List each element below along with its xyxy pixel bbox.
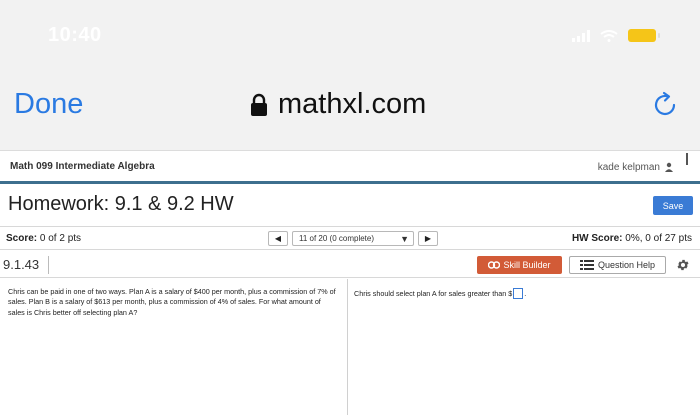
answer-prefix: Chris should select plan A for sales gre…	[354, 289, 513, 298]
scrollbar-mark	[686, 153, 688, 165]
answer-input[interactable]	[513, 288, 524, 299]
user-name[interactable]: kade kelpman	[598, 162, 660, 173]
course-title: Math 099 Intermediate Algebra	[10, 161, 155, 172]
user-icon[interactable]	[664, 162, 674, 172]
problem-text: Chris can be paid in one of two ways. Pl…	[8, 287, 336, 317]
previous-question-button[interactable]: ◀	[268, 231, 288, 246]
score-label: Score:	[6, 233, 38, 244]
question-help-button[interactable]: Question Help	[569, 256, 666, 274]
answer-suffix: .	[524, 289, 527, 298]
problem-pane: Chris can be paid in one of two ways. Pl…	[0, 279, 348, 415]
dropdown-caret-icon: ▼	[400, 233, 409, 244]
done-button[interactable]: Done	[14, 88, 83, 121]
question-selector-label: 11 of 20 (0 complete)	[299, 234, 375, 243]
url-text: mathxl.com	[278, 88, 427, 120]
right-arrow-icon: ▶	[424, 234, 432, 243]
answer-pane: Chris should select plan A for sales gre…	[352, 279, 700, 415]
reload-icon[interactable]	[650, 90, 680, 120]
divider	[48, 256, 49, 274]
answer-line: Chris should select plan A for sales gre…	[354, 288, 698, 299]
signal-icon	[572, 29, 590, 42]
next-question-button[interactable]: ▶	[418, 231, 438, 246]
score-row: Score: 0 of 2 pts ◀ 11 of 20 (0 complete…	[0, 226, 700, 250]
homework-title: Homework: 9.1 & 9.2 HW	[8, 193, 234, 215]
question-number: 9.1.43	[3, 257, 40, 272]
address-bar[interactable]: mathxl.com	[250, 88, 426, 121]
question-content: Chris can be paid in one of two ways. Pl…	[0, 279, 700, 415]
wifi-icon	[600, 29, 618, 42]
skill-builder-button[interactable]: Skill Builder	[477, 256, 562, 274]
hw-score-value: 0%, 0 of 27 pts	[625, 233, 692, 244]
score-value: 0 of 2 pts	[39, 233, 82, 244]
score-display: Score: 0 of 2 pts	[6, 233, 81, 244]
status-icons	[572, 29, 660, 42]
gear-icon[interactable]	[676, 258, 690, 272]
question-toolbar: 9.1.43 Skill Builder Question Help	[0, 252, 700, 278]
left-arrow-icon: ◀	[274, 234, 282, 243]
save-button[interactable]: Save	[653, 196, 693, 215]
browser-chrome: 10:40 Done mathxl.com	[0, 0, 700, 150]
question-selector[interactable]: 11 of 20 (0 complete) ▼	[292, 231, 414, 246]
hw-score-label: HW Score:	[571, 233, 623, 244]
hw-score-display: HW Score: 0%, 0 of 27 pts	[572, 233, 692, 244]
lock-icon	[251, 93, 267, 116]
status-time: 10:40	[48, 24, 102, 46]
skill-builder-label: Skill Builder	[503, 260, 551, 270]
question-help-label: Question Help	[597, 260, 656, 270]
list-icon	[579, 260, 594, 270]
battery-icon	[628, 29, 660, 42]
course-header: Math 099 Intermediate Algebra kade kelpm…	[0, 150, 700, 184]
skill-builder-icon	[488, 261, 501, 269]
